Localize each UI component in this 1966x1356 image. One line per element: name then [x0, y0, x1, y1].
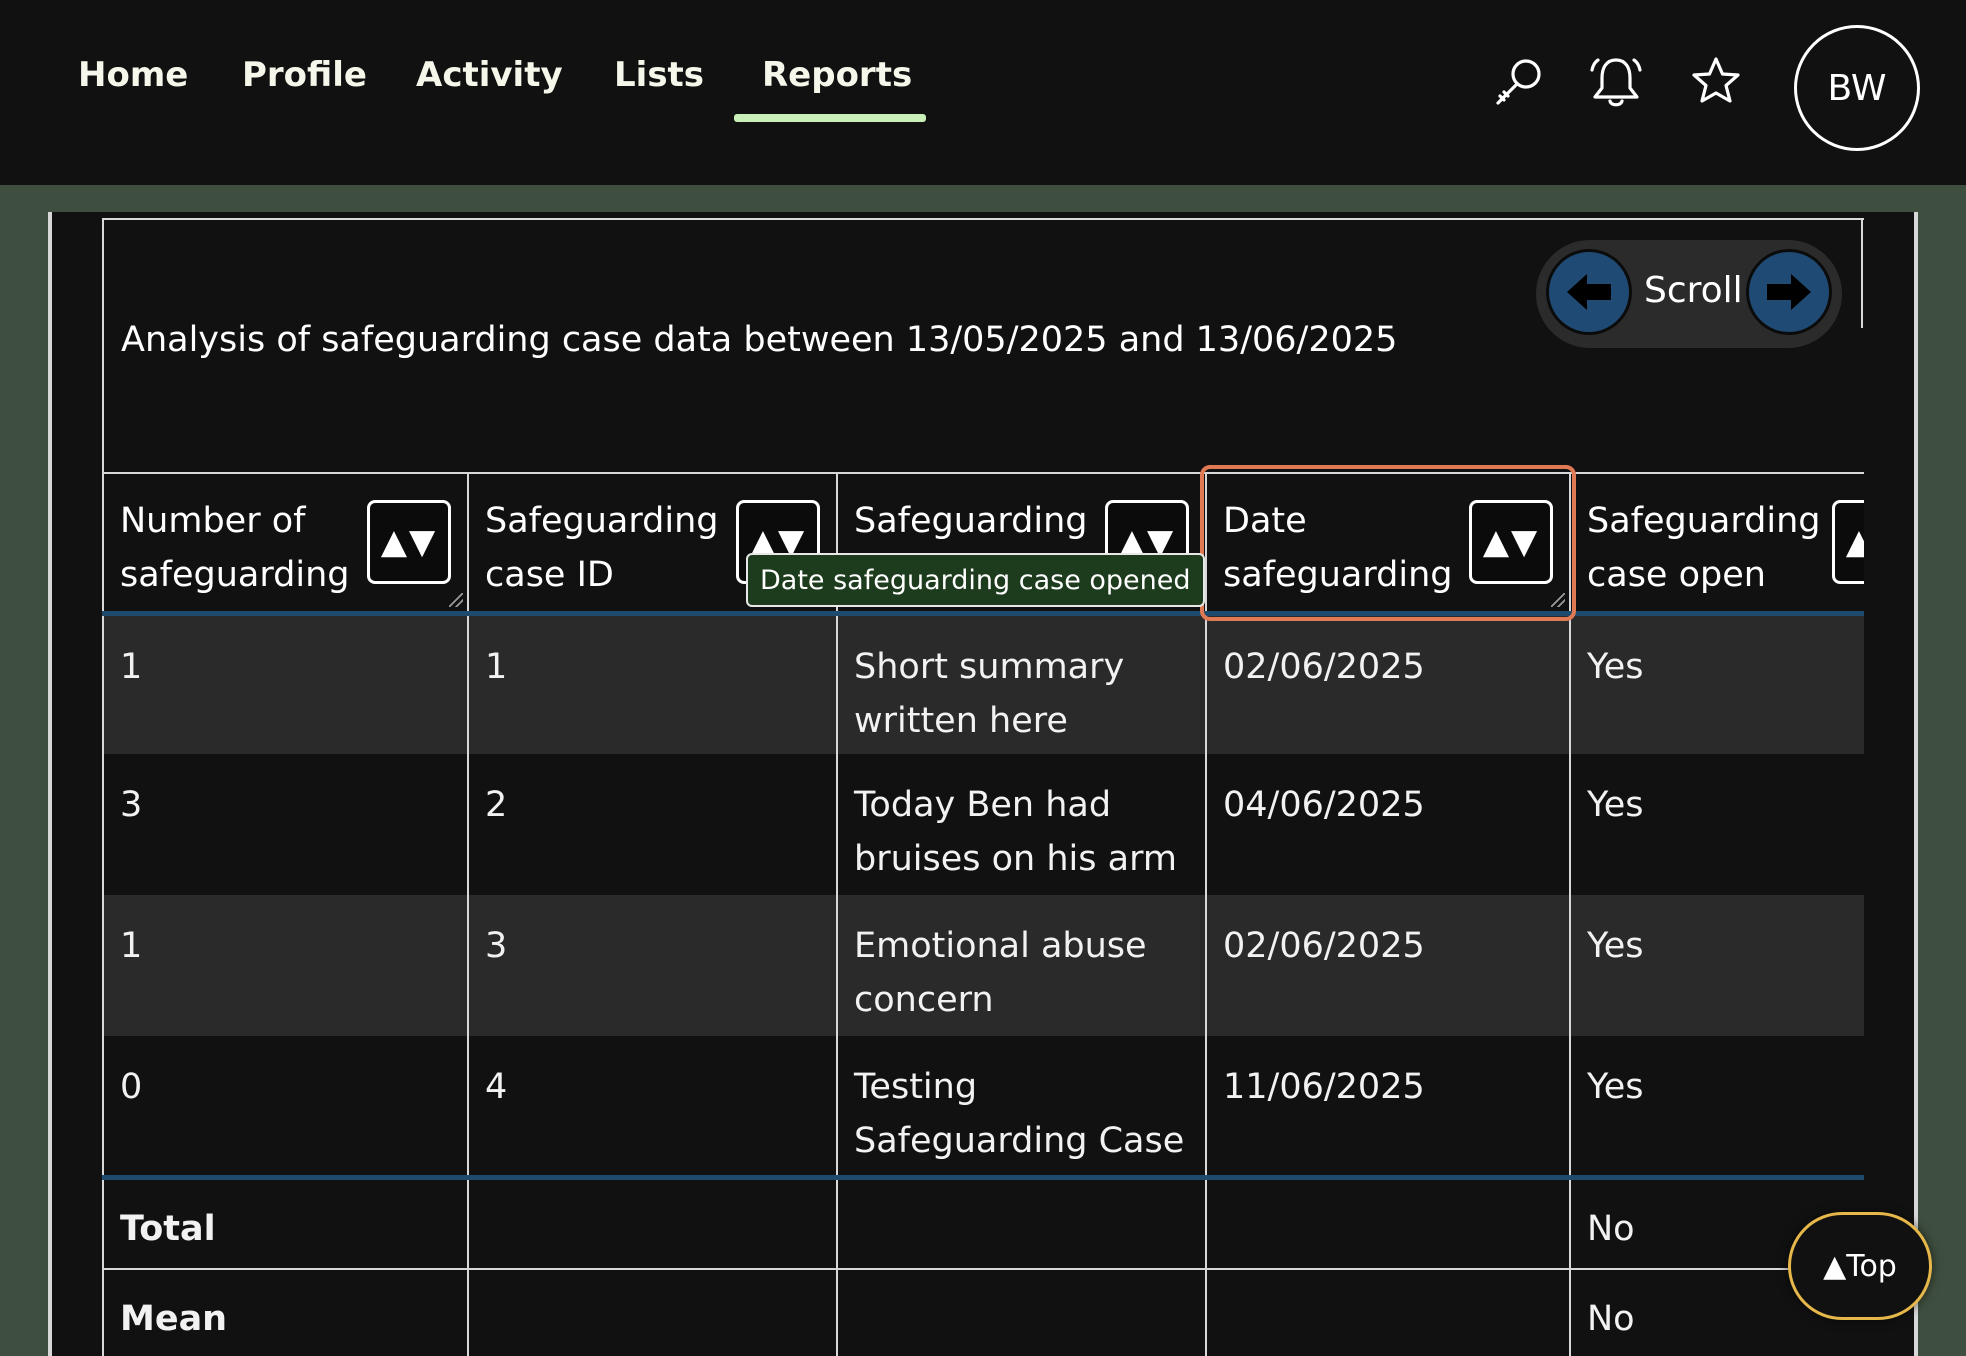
column-header-label: Safeguarding case ID: [485, 501, 719, 595]
scroll-control: Scroll: [1536, 240, 1842, 348]
table-cell: 0: [102, 1036, 469, 1180]
top-navigation: Home Profile Activity Lists Reports BW: [0, 0, 1966, 185]
column-header: Number of safeguarding ▲▼: [102, 472, 469, 616]
column-header-label: Safeguarding: [854, 501, 1088, 541]
footer-label: Mean: [102, 1269, 469, 1356]
nav-profile[interactable]: Profile: [242, 55, 367, 95]
table-cell: 3: [102, 754, 469, 895]
table-cell: Today Ben had bruises on his arm: [836, 754, 1207, 895]
table-cell: [467, 1177, 838, 1270]
column-tooltip: Date safeguarding case opened: [746, 553, 1205, 607]
column-resize-handle[interactable]: [449, 592, 463, 607]
table-cell: 2: [467, 754, 838, 895]
table-cell: Testing Safeguarding Case: [836, 1036, 1207, 1180]
user-avatar[interactable]: BW: [1794, 25, 1920, 151]
table-cell: Yes: [1569, 754, 1864, 895]
table-row: 3 2 Today Ben had bruises on his arm 04/…: [102, 754, 1864, 895]
table-cell: 02/06/2025: [1205, 613, 1571, 754]
table-cell: [836, 1177, 1207, 1270]
table-cell: Yes: [1569, 895, 1864, 1036]
active-tab-indicator: [734, 114, 926, 122]
arrow-left-icon: [1567, 274, 1611, 310]
nav-reports[interactable]: Reports: [762, 55, 912, 95]
nav-lists[interactable]: Lists: [614, 55, 704, 95]
column-header-focused: Date safeguarding ▲▼: [1205, 472, 1571, 616]
table-cell: Short summary written here: [836, 613, 1207, 754]
column-resize-handle[interactable]: [1551, 592, 1565, 607]
star-icon[interactable]: [1686, 52, 1746, 112]
table-cell: 11/06/2025: [1205, 1036, 1571, 1180]
table-cell: [836, 1269, 1207, 1356]
table-footer-row-total: Total No: [102, 1177, 1864, 1270]
table-row: 0 4 Testing Safeguarding Case 11/06/2025…: [102, 1036, 1864, 1180]
sort-button[interactable]: ▲▼: [1832, 500, 1864, 584]
bell-icon[interactable]: [1586, 52, 1646, 112]
table-cell: [1205, 1269, 1571, 1356]
nav-home[interactable]: Home: [78, 55, 188, 95]
table-cell: 3: [467, 895, 838, 1036]
scroll-label: Scroll: [1644, 270, 1743, 311]
back-to-top-button[interactable]: ▲Top: [1788, 1212, 1932, 1320]
arrow-right-icon: [1767, 274, 1811, 310]
table-cell: Yes: [1569, 613, 1864, 754]
table-cell: 02/06/2025: [1205, 895, 1571, 1036]
table-cell: 04/06/2025: [1205, 754, 1571, 895]
table-cell: Emotional abuse concern: [836, 895, 1207, 1036]
table-row: 1 3 Emotional abuse concern 02/06/2025 Y…: [102, 895, 1864, 1036]
table-cell: 1: [102, 895, 469, 1036]
footer-label-text: Mean: [120, 1299, 228, 1339]
column-header-label: Number of safeguarding: [120, 501, 350, 595]
table-row: 1 1 Short summary written here 02/06/202…: [102, 613, 1864, 754]
column-header-label: Date safeguarding: [1223, 501, 1453, 595]
column-header-label: Safeguarding case open: [1587, 501, 1821, 595]
search-icon[interactable]: [1490, 52, 1550, 112]
table-cell: Yes: [1569, 1036, 1864, 1180]
table-cell: [467, 1269, 838, 1356]
table-cell: 4: [467, 1036, 838, 1180]
scroll-left-button[interactable]: [1546, 249, 1632, 335]
table-cell: 1: [467, 613, 838, 754]
column-header: Safeguarding case open ▲▼: [1569, 472, 1864, 616]
report-title: Analysis of safeguarding case data betwe…: [121, 320, 1398, 360]
sort-button[interactable]: ▲▼: [1469, 500, 1553, 584]
sort-button[interactable]: ▲▼: [367, 500, 451, 584]
report-frame-edge: [1861, 218, 1863, 328]
nav-activity[interactable]: Activity: [416, 55, 563, 95]
table-cell: 1: [102, 613, 469, 754]
footer-label-text: Total: [120, 1208, 216, 1249]
footer-label: Total: [102, 1177, 469, 1270]
table-footer-row-mean: Mean No: [102, 1269, 1864, 1356]
table-cell: [1205, 1177, 1571, 1270]
scroll-right-button[interactable]: [1746, 249, 1832, 335]
